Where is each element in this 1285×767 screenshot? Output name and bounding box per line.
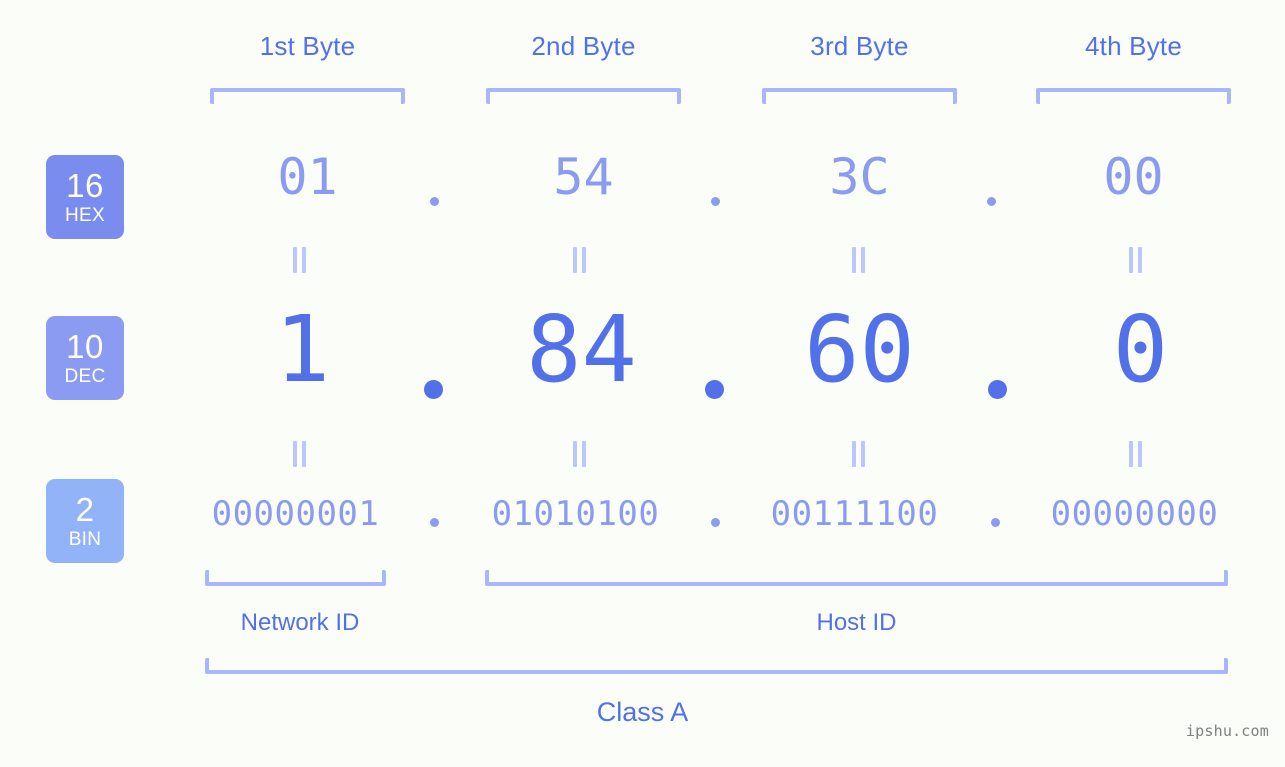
equals-icon-2-3: [851, 441, 867, 467]
dec-separator-dot-2: [705, 380, 724, 399]
equals-icon-1-2: [572, 247, 588, 273]
bin-octet-4: 00000000: [1050, 494, 1219, 534]
hex-octet-3: 3C: [829, 148, 890, 206]
base-badge-dec-name: DEC: [64, 366, 106, 387]
byte-bracket-2: [486, 88, 681, 104]
bin-octet-2: 01010100: [491, 494, 660, 534]
host-id-bracket: [485, 570, 1228, 586]
equals-icon-2-4: [1128, 441, 1144, 467]
bin-separator-dot-3: [991, 518, 1000, 527]
bin-octet-1: 00000001: [211, 494, 380, 534]
hex-octet-4: 00: [1103, 148, 1164, 206]
base-badge-dec-number: 10: [66, 328, 104, 365]
dec-octet-4: 0: [1112, 296, 1169, 403]
bin-separator-dot-2: [711, 518, 720, 527]
class-label: Class A: [0, 697, 1285, 728]
bin-separator-dot-1: [430, 518, 439, 527]
hex-separator-dot-1: [430, 197, 439, 206]
equals-icon-2-2: [572, 441, 588, 467]
dec-octet-3: 60: [804, 296, 915, 403]
byte-header-4: 4th Byte: [1085, 31, 1182, 61]
network-id-label: Network ID: [240, 609, 360, 636]
base-badge-dec: 10 DEC: [46, 316, 124, 400]
byte-header-2: 2nd Byte: [531, 31, 636, 61]
bin-octet-3: 00111100: [770, 494, 939, 534]
byte-header-3: 3rd Byte: [810, 31, 909, 61]
dec-separator-dot-1: [424, 380, 443, 399]
equals-icon-1-3: [851, 247, 867, 273]
class-label-text: Class A: [596, 697, 689, 727]
byte-header-1: 1st Byte: [259, 31, 356, 61]
byte-bracket-4: [1036, 88, 1231, 104]
dec-separator-dot-3: [988, 380, 1007, 399]
hex-separator-dot-2: [711, 197, 720, 206]
byte-bracket-3: [762, 88, 957, 104]
equals-icon-2-1: [292, 441, 308, 467]
dec-octet-2: 84: [526, 296, 637, 403]
base-badge-bin-number: 2: [75, 491, 95, 528]
byte-bracket-1: [210, 88, 405, 104]
hex-octet-2: 54: [553, 148, 614, 206]
network-id-bracket: [205, 570, 386, 586]
host-id-label: Host ID: [816, 609, 897, 636]
base-badge-hex-name: HEX: [65, 205, 105, 226]
equals-icon-1-1: [292, 247, 308, 273]
base-badge-hex-number: 16: [66, 167, 104, 204]
base-badge-bin-name: BIN: [68, 529, 102, 550]
class-bracket: [205, 658, 1228, 674]
base-badge-bin: 2 BIN: [46, 479, 124, 563]
hex-separator-dot-3: [987, 197, 996, 206]
site-watermark: ipshu.com: [1185, 722, 1269, 740]
base-badge-hex: 16 HEX: [46, 155, 124, 239]
equals-icon-1-4: [1128, 247, 1144, 273]
hex-octet-1: 01: [277, 148, 338, 206]
dec-octet-1: 1: [274, 296, 331, 403]
ip-address-breakdown-diagram: 1st Byte 2nd Byte 3rd Byte 4th Byte 16 H…: [0, 0, 1285, 767]
